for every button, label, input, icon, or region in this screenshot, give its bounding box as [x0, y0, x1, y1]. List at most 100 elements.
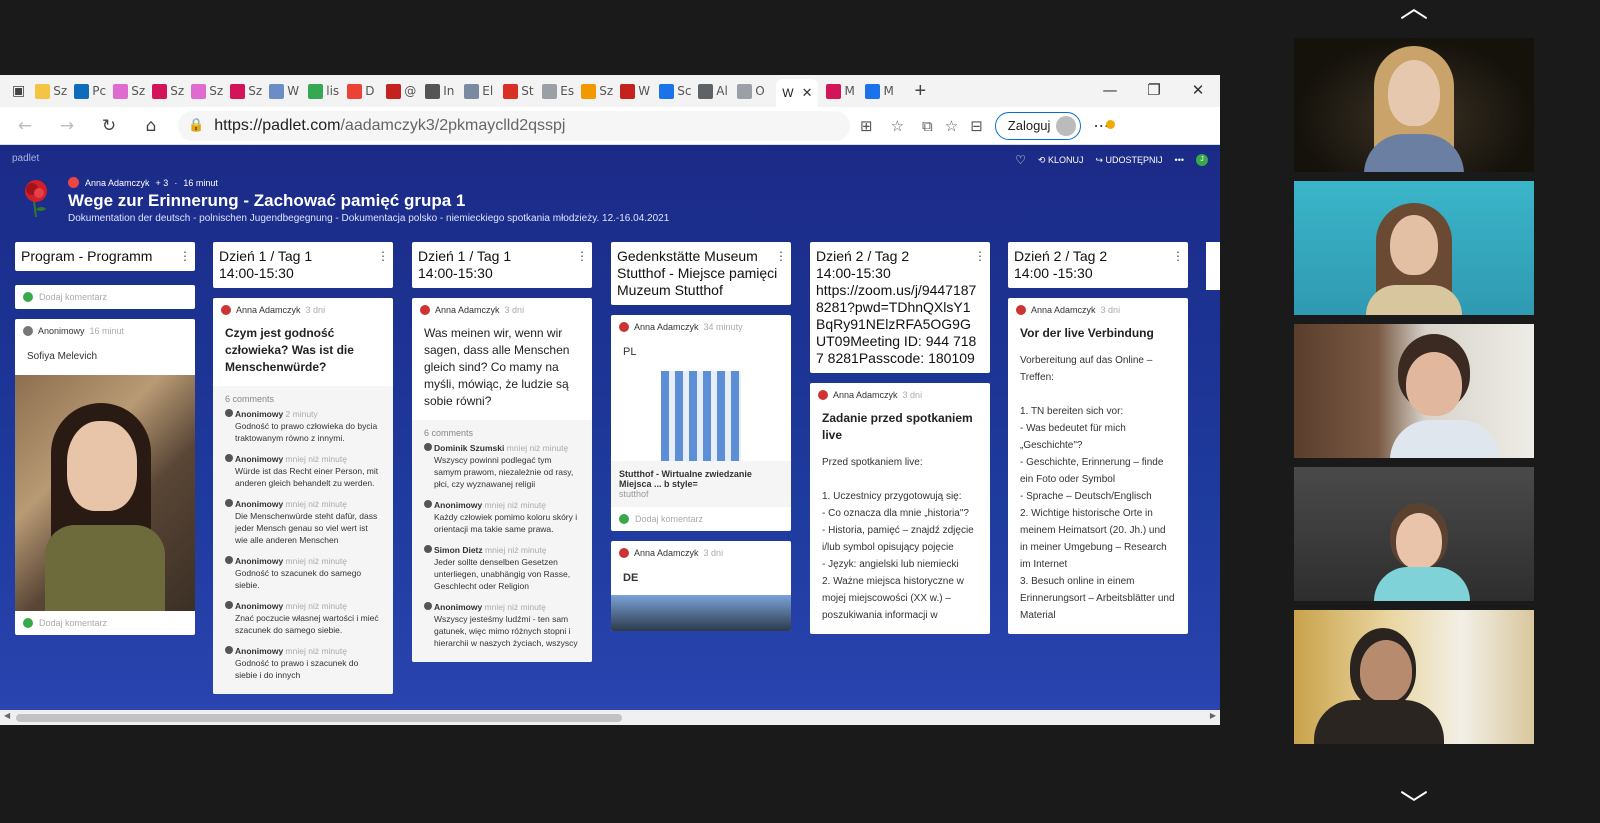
browser-tab[interactable]: In — [425, 83, 464, 99]
comment: Anonimowy mniej niż minutę Die Menschenwü… — [225, 498, 381, 546]
clone-button[interactable]: ⟲ KLONUJ — [1038, 155, 1084, 166]
next-column-peek — [1206, 242, 1220, 290]
tab-favicon-icon — [620, 83, 636, 99]
login-button[interactable]: Zaloguj — [994, 111, 1082, 140]
post-photo[interactable] — [611, 595, 791, 631]
post-card[interactable]: Anna Adamczyk 3 dni DE — [611, 541, 791, 631]
user-avatar[interactable]: J — [1196, 154, 1208, 166]
favorites-icon[interactable]: ☆ — [945, 117, 958, 135]
post-body: Sofiya Melevich — [27, 351, 98, 362]
browser-tab[interactable]: Pc — [74, 83, 113, 99]
post-card[interactable]: Anna Adamczyk 3 dni Vor der live Verbindu… — [1008, 298, 1188, 634]
post-card[interactable]: Anna Adamczyk 3 dni Zadanie przed spotkan… — [810, 383, 990, 634]
browser-tab[interactable]: Es — [542, 83, 581, 99]
column-menu-icon[interactable]: ⋮ — [974, 248, 986, 265]
padlet-logo[interactable]: padlet — [12, 153, 39, 164]
post-title: Was meinen wir, wenn wir sagen, dass all… — [424, 326, 570, 408]
column-day2-a: Dzień 2 / Tag 2 14:00-15:30 https://zoom… — [810, 242, 990, 634]
post-card[interactable]: Anna Adamczyk 34 minuty PL Stutthof - Wir… — [611, 315, 791, 531]
browser-tab[interactable]: Sz — [113, 83, 152, 99]
commenter-avatar-icon — [424, 545, 432, 553]
comments-count[interactable]: 6 comments — [213, 386, 393, 408]
horizontal-scrollbar[interactable]: ◀ ▶ — [0, 710, 1220, 725]
browser-tab[interactable]: O — [737, 83, 776, 99]
video-tile[interactable] — [1294, 467, 1534, 601]
browser-tab[interactable]: Sc — [659, 83, 698, 99]
close-tab-icon[interactable]: ✕ — [802, 85, 813, 101]
more-menu-icon[interactable]: ••• — [1175, 155, 1184, 165]
video-tile[interactable] — [1294, 610, 1534, 744]
back-icon[interactable]: ← — [10, 116, 40, 136]
browser-tab[interactable]: D — [347, 83, 386, 99]
app-available-icon[interactable]: ⊞ — [860, 117, 873, 135]
video-tile[interactable] — [1294, 324, 1534, 458]
settings-more-icon[interactable]: ⋯ — [1093, 116, 1116, 135]
refresh-icon[interactable]: ↻ — [94, 116, 124, 136]
tab-favicon-icon — [826, 83, 842, 99]
add-comment[interactable]: Dodaj komentarz — [611, 507, 791, 531]
restore-button[interactable]: ❐ — [1132, 75, 1176, 107]
add-comment-card[interactable]: Dodaj komentarz — [15, 285, 195, 309]
forward-icon[interactable]: → — [52, 116, 82, 136]
extensions-icon[interactable]: ⧉ — [922, 117, 933, 135]
url-field[interactable]: 🔒 https://padlet.com/aadamczyk3/2pkmaycl… — [178, 110, 850, 141]
scroll-right-icon[interactable]: ▶ — [1210, 711, 1216, 720]
tab-list: Sz Pc Sz Sz Sz Sz Wlis D @ In El St Es Sz W Sc Al O — [35, 83, 776, 99]
post-title: Czym jest godność człowieka? Was ist die… — [225, 326, 354, 374]
column-menu-icon[interactable]: ⋮ — [1172, 248, 1184, 265]
column-title: Gedenkstätte Museum Stutthof - Miejsce p… — [617, 248, 778, 298]
link-preview-image[interactable] — [661, 371, 741, 461]
browser-tab[interactable]: Sz — [152, 83, 191, 99]
post-photo[interactable] — [15, 375, 195, 611]
comments-count[interactable]: 6 comments — [412, 420, 592, 442]
browser-tab[interactable]: W — [269, 83, 308, 99]
browser-tab[interactable]: Al — [698, 83, 737, 99]
bottom-chevron[interactable]: ﹀ — [1392, 783, 1436, 821]
browser-tab[interactable]: Sz — [581, 83, 620, 99]
browser-tab[interactable]: lis — [308, 83, 347, 99]
post-author: Anna Adamczyk 3 dni — [611, 541, 791, 562]
address-bar: ← → ↻ ⌂ 🔒 https://padlet.com/aadamczyk3/… — [0, 107, 1220, 145]
new-tab-button[interactable]: + — [914, 80, 926, 103]
add-favorite-icon[interactable]: ☆ — [891, 117, 904, 135]
browser-tab[interactable]: Sz — [191, 83, 230, 99]
top-chevron[interactable]: ︿ — [1392, 0, 1436, 24]
column-menu-icon[interactable]: ⋮ — [775, 248, 787, 265]
add-comment-label: Dodaj komentarz — [39, 292, 108, 302]
add-comment[interactable]: Dodaj komentarz — [15, 285, 195, 309]
post-author: Anna Adamczyk 34 minuty — [611, 315, 791, 336]
column-menu-icon[interactable]: ⋮ — [377, 248, 389, 265]
video-tile[interactable] — [1294, 181, 1534, 315]
add-comment[interactable]: Dodaj komentarz — [15, 611, 195, 635]
close-window-button[interactable]: ✕ — [1176, 75, 1220, 107]
browser-tab[interactable]: W — [620, 83, 659, 99]
scroll-left-icon[interactable]: ◀ — [4, 711, 10, 720]
tab-label: W — [638, 84, 651, 98]
post-card[interactable]: Anonimowy 16 minut Sofiya Melevich Dodaj … — [15, 319, 195, 635]
link-preview-caption[interactable]: Stutthof - Wirtualne zwiedzanie Miejsca … — [611, 461, 791, 507]
browser-tab[interactable]: Sz — [35, 83, 74, 99]
browser-tab[interactable]: St — [503, 83, 542, 99]
video-tile[interactable] — [1294, 38, 1534, 172]
browser-tab[interactable]: El — [464, 83, 503, 99]
column-menu-icon[interactable]: ⋮ — [179, 248, 191, 265]
scrollbar-thumb[interactable] — [16, 714, 622, 722]
home-icon[interactable]: ⌂ — [136, 116, 166, 136]
minimize-button[interactable]: — — [1088, 75, 1132, 107]
padlet-title: Wege zur Erinnerung - Zachować pamięć gr… — [68, 191, 466, 210]
browser-tab[interactable]: M — [865, 83, 904, 99]
tab-favicon-icon — [191, 83, 207, 99]
heart-icon[interactable]: ♡ — [1015, 153, 1026, 167]
share-button[interactable]: ↪ UDOSTĘPNIJ — [1095, 155, 1162, 166]
column-menu-icon[interactable]: ⋮ — [576, 248, 588, 265]
collections-icon[interactable]: ⊟ — [970, 117, 983, 135]
comment-text: Godność to szacunek do samego siebie. — [235, 568, 362, 590]
post-card[interactable]: Anna Adamczyk 3 dni Czym jest godność czł… — [213, 298, 393, 694]
column-day1-a: Dzień 1 / Tag 1 14:00-15:30 ⋮ Anna Adamcz… — [213, 242, 393, 694]
browser-tab[interactable]: Sz — [230, 83, 269, 99]
active-tab[interactable]: W ✕ — [776, 79, 819, 107]
tab-actions-icon[interactable]: ▣ — [12, 83, 25, 99]
post-card[interactable]: Anna Adamczyk 3 dni Was meinen wir, wenn … — [412, 298, 592, 662]
browser-tab[interactable]: M — [826, 83, 865, 99]
browser-tab[interactable]: @ — [386, 83, 425, 99]
